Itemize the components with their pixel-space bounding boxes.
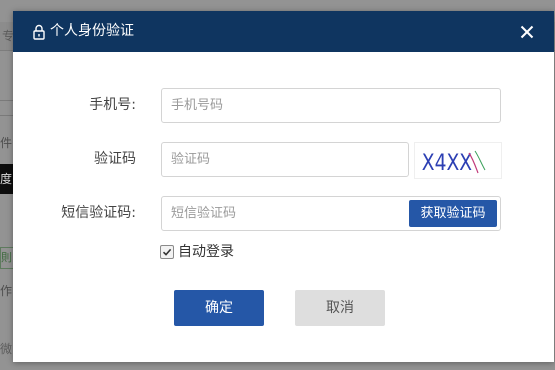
auto-login-label: 自动登录 <box>178 244 234 260</box>
sms-code-field: 获取验证码 <box>161 196 501 231</box>
confirm-button[interactable]: 确定 <box>174 290 264 326</box>
checkmark-icon <box>162 248 172 256</box>
cancel-button[interactable]: 取消 <box>295 290 385 326</box>
sms-code-label: 短信验证码: <box>61 205 136 221</box>
dialog-title: 个人身份验证 <box>50 23 134 39</box>
dialog-header: 个人身份验证 <box>13 11 554 52</box>
background-text: 度 <box>0 164 13 194</box>
background-text: 微 <box>0 342 13 356</box>
get-sms-code-button[interactable]: 获取验证码 <box>409 200 497 227</box>
identity-verification-dialog: 个人身份验证 手机号: 验证码 X4XX 短信验证码: 获取验证码 自动登录 确… <box>13 11 554 362</box>
background-divider <box>0 100 13 101</box>
captcha-image[interactable]: X4XX <box>414 142 502 179</box>
close-icon[interactable] <box>518 23 536 41</box>
auto-login-checkbox[interactable] <box>160 245 174 259</box>
captcha-label: 验证码 <box>94 151 136 167</box>
phone-input[interactable] <box>161 88 501 123</box>
background-text: 作 <box>0 284 13 298</box>
background-divider <box>0 115 13 116</box>
lock-icon <box>33 24 45 40</box>
captcha-text: X4XX <box>422 150 472 176</box>
sms-code-input[interactable] <box>162 197 420 230</box>
auto-login-option[interactable]: 自动登录 <box>160 243 234 261</box>
phone-label: 手机号: <box>89 97 136 113</box>
captcha-input[interactable] <box>161 142 409 177</box>
background-text: 件 <box>0 136 13 150</box>
